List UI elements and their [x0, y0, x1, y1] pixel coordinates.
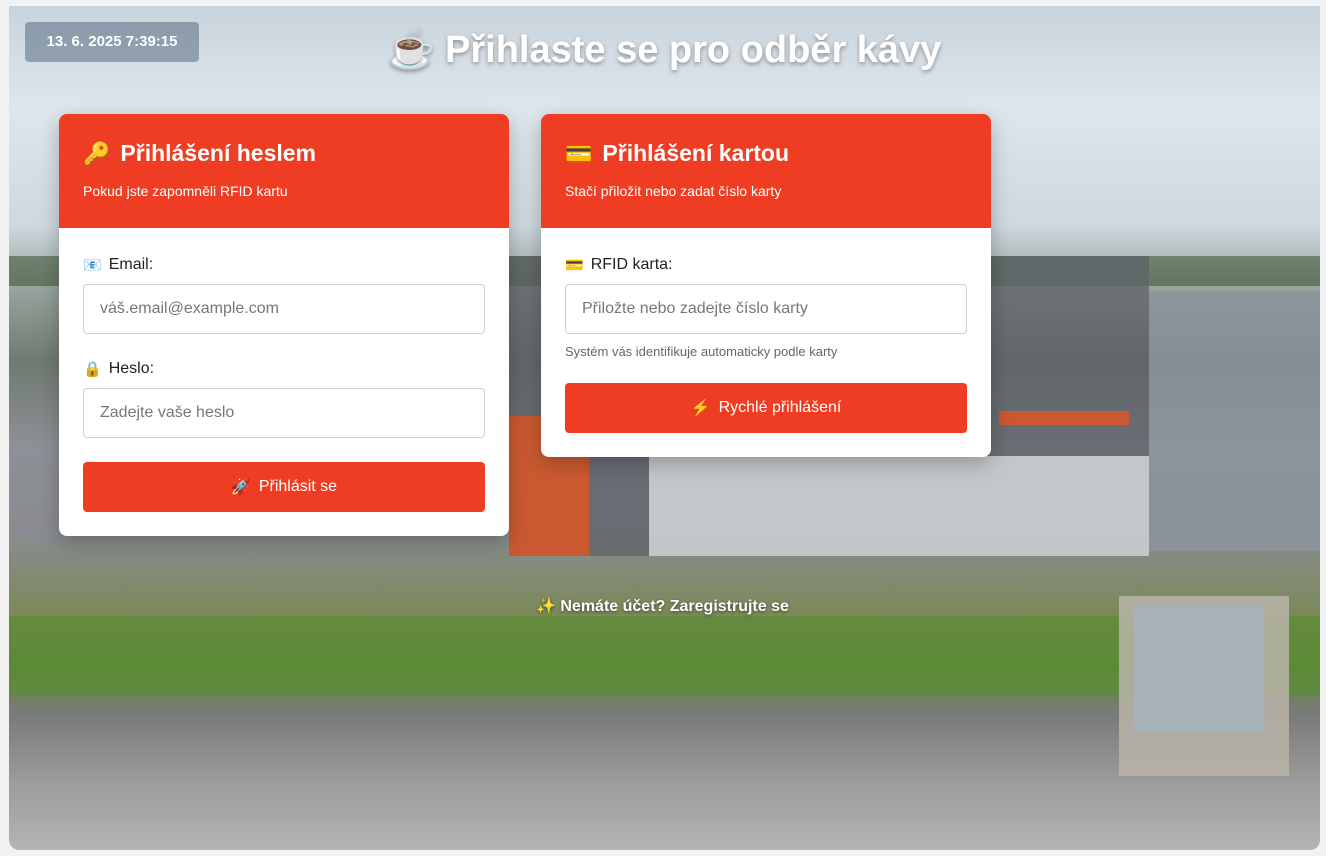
password-label-text: Heslo: [108, 360, 155, 377]
lock-icon: 🔒 [83, 361, 102, 378]
credit-card-icon: 💳 [565, 140, 593, 166]
card-card-title-text: Přihlášení kartou [602, 140, 790, 166]
card-card-title: 💳 Přihlášení kartou [565, 140, 967, 167]
rfid-label-text: RFID karta: [590, 256, 673, 273]
password-login-card: 🔑 Přihlášení heslem Pokud jste zapomněli… [59, 114, 509, 536]
password-label: 🔒 Heslo: [83, 360, 485, 378]
envelope-icon: 📧 [83, 257, 102, 274]
card-card-header: 💳 Přihlášení kartou Stačí přiložit nebo … [541, 114, 991, 228]
password-card-header: 🔑 Přihlášení heslem Pokud jste zapomněli… [59, 114, 509, 228]
register-link[interactable]: ✨ Nemáte účet? Zaregistrujte se [536, 596, 789, 616]
rfid-help-text: Systém vás identifikuje automaticky podl… [565, 344, 838, 359]
rfid-label: 💳 RFID karta: [565, 256, 967, 274]
password-card-subtitle: Pokud jste zapomněli RFID kartu [83, 183, 288, 199]
sparkles-icon: ✨ [536, 598, 556, 615]
quick-login-button[interactable]: ⚡ Rychlé přihlášení [565, 383, 967, 433]
password-field[interactable] [83, 388, 485, 438]
card-card-subtitle: Stačí přiložit nebo zadat číslo karty [565, 183, 782, 199]
password-card-title: 🔑 Přihlášení heslem [83, 140, 485, 167]
key-icon: 🔑 [83, 140, 111, 166]
rfid-field[interactable] [565, 284, 967, 334]
page-title: ☕ Přihlaste se pro odběr kávy [9, 28, 1320, 72]
rocket-icon: 🚀 [230, 479, 251, 496]
card-login-card: 💳 Přihlášení kartou Stačí přiložit nebo … [541, 114, 991, 457]
credit-card-icon: 💳 [565, 257, 584, 274]
login-button[interactable]: 🚀 Přihlásit se [83, 462, 485, 512]
background-photo: 13. 6. 2025 7:39:15 ☕ Přihlaste se pro od… [9, 6, 1320, 850]
email-field[interactable] [83, 284, 485, 334]
login-button-label: Přihlásit se [258, 478, 338, 495]
password-card-body: 📧 Email: 🔒 Heslo: 🚀 Přihlásit se [59, 228, 509, 536]
page-title-text: Přihlaste se pro odběr kávy [445, 29, 942, 71]
register-link-text: Nemáte účet? Zaregistrujte se [560, 598, 789, 615]
lightning-icon: ⚡ [690, 400, 711, 417]
email-label: 📧 Email: [83, 256, 485, 274]
password-card-title-text: Přihlášení heslem [120, 140, 316, 166]
email-label-text: Email: [108, 256, 154, 273]
coffee-icon: ☕ [387, 29, 435, 71]
quick-login-button-label: Rychlé přihlášení [718, 399, 842, 416]
card-card-body: 💳 RFID karta: Systém vás identifikuje au… [541, 228, 991, 457]
